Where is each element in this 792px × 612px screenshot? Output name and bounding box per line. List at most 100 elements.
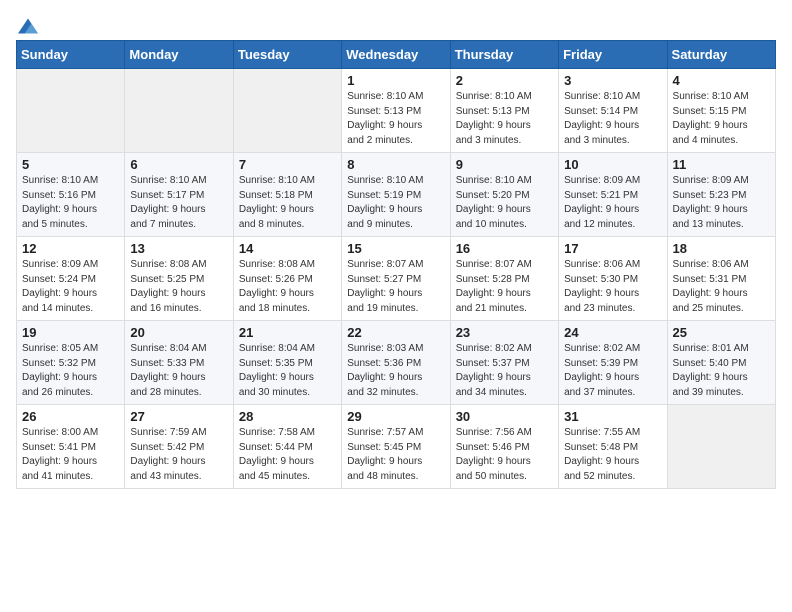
calendar-cell: 30 Sunrise: 7:56 AM Sunset: 5:46 PM Dayli… — [450, 405, 558, 489]
day-info: Sunrise: 8:10 AM Sunset: 5:13 PM Dayligh… — [456, 90, 553, 148]
day-info: Sunrise: 8:07 AM Sunset: 5:28 PM Dayligh… — [456, 258, 553, 316]
calendar-cell: 13 Sunrise: 8:08 AM Sunset: 5:25 PM Dayli… — [125, 237, 233, 321]
day-number: 9 — [456, 157, 553, 172]
calendar-cell: 20 Sunrise: 8:04 AM Sunset: 5:33 PM Dayli… — [125, 321, 233, 405]
day-info: Sunrise: 8:09 AM Sunset: 5:24 PM Dayligh… — [22, 258, 119, 316]
weekday-header-monday: Monday — [125, 41, 233, 69]
day-info: Sunrise: 8:10 AM Sunset: 5:19 PM Dayligh… — [347, 174, 444, 232]
day-number: 13 — [130, 241, 227, 256]
day-info: Sunrise: 8:10 AM Sunset: 5:15 PM Dayligh… — [673, 90, 770, 148]
calendar-cell: 21Sunrise: 8:04 AM Sunset: 5:35 PM Dayli… — [233, 321, 341, 405]
day-number: 4 — [673, 73, 770, 88]
day-number: 27 — [130, 409, 227, 424]
calendar-cell: 31 Sunrise: 7:55 AM Sunset: 5:48 PM Dayli… — [559, 405, 667, 489]
day-number: 18 — [673, 241, 770, 256]
calendar-cell: 26 Sunrise: 8:00 AM Sunset: 5:41 PM Dayli… — [17, 405, 125, 489]
day-number: 11 — [673, 157, 770, 172]
calendar-cell: 19Sunrise: 8:05 AM Sunset: 5:32 PM Dayli… — [17, 321, 125, 405]
calendar-cell: 10Sunrise: 8:09 AM Sunset: 5:21 PM Dayli… — [559, 153, 667, 237]
day-info: Sunrise: 8:02 AM Sunset: 5:39 PM Dayligh… — [564, 342, 661, 400]
day-number: 1 — [347, 73, 444, 88]
week-row-4: 19Sunrise: 8:05 AM Sunset: 5:32 PM Dayli… — [17, 321, 776, 405]
day-info: Sunrise: 8:10 AM Sunset: 5:13 PM Dayligh… — [347, 90, 444, 148]
day-info: Sunrise: 8:10 AM Sunset: 5:20 PM Dayligh… — [456, 174, 553, 232]
calendar-cell — [125, 69, 233, 153]
logo-icon — [18, 16, 38, 36]
day-info: Sunrise: 8:06 AM Sunset: 5:30 PM Dayligh… — [564, 258, 661, 316]
calendar-cell: 17 Sunrise: 8:06 AM Sunset: 5:30 PM Dayli… — [559, 237, 667, 321]
day-info: Sunrise: 8:03 AM Sunset: 5:36 PM Dayligh… — [347, 342, 444, 400]
weekday-header-saturday: Saturday — [667, 41, 775, 69]
calendar-cell: 4 Sunrise: 8:10 AM Sunset: 5:15 PM Daylig… — [667, 69, 775, 153]
calendar-cell: 16 Sunrise: 8:07 AM Sunset: 5:28 PM Dayli… — [450, 237, 558, 321]
day-info: Sunrise: 8:10 AM Sunset: 5:18 PM Dayligh… — [239, 174, 336, 232]
day-number: 3 — [564, 73, 661, 88]
day-number: 16 — [456, 241, 553, 256]
day-number: 2 — [456, 73, 553, 88]
day-number: 5 — [22, 157, 119, 172]
day-number: 12 — [22, 241, 119, 256]
week-row-3: 12 Sunrise: 8:09 AM Sunset: 5:24 PM Dayli… — [17, 237, 776, 321]
day-number: 30 — [456, 409, 553, 424]
calendar-cell: 18 Sunrise: 8:06 AM Sunset: 5:31 PM Dayli… — [667, 237, 775, 321]
day-info: Sunrise: 8:08 AM Sunset: 5:26 PM Dayligh… — [239, 258, 336, 316]
calendar-cell — [667, 405, 775, 489]
logo — [16, 16, 38, 32]
calendar-cell: 6Sunrise: 8:10 AM Sunset: 5:17 PM Daylig… — [125, 153, 233, 237]
day-info: Sunrise: 8:04 AM Sunset: 5:33 PM Dayligh… — [130, 342, 227, 400]
day-info: Sunrise: 7:56 AM Sunset: 5:46 PM Dayligh… — [456, 426, 553, 484]
calendar-cell: 8 Sunrise: 8:10 AM Sunset: 5:19 PM Daylig… — [342, 153, 450, 237]
day-info: Sunrise: 8:02 AM Sunset: 5:37 PM Dayligh… — [456, 342, 553, 400]
calendar-cell: 7 Sunrise: 8:10 AM Sunset: 5:18 PM Daylig… — [233, 153, 341, 237]
calendar-cell: 1 Sunrise: 8:10 AM Sunset: 5:13 PM Daylig… — [342, 69, 450, 153]
day-info: Sunrise: 8:01 AM Sunset: 5:40 PM Dayligh… — [673, 342, 770, 400]
day-number: 28 — [239, 409, 336, 424]
day-info: Sunrise: 8:10 AM Sunset: 5:14 PM Dayligh… — [564, 90, 661, 148]
calendar-cell: 9 Sunrise: 8:10 AM Sunset: 5:20 PM Daylig… — [450, 153, 558, 237]
day-info: Sunrise: 8:05 AM Sunset: 5:32 PM Dayligh… — [22, 342, 119, 400]
calendar-table: SundayMondayTuesdayWednesdayThursdayFrid… — [16, 40, 776, 489]
day-number: 31 — [564, 409, 661, 424]
day-number: 7 — [239, 157, 336, 172]
calendar-cell: 25 Sunrise: 8:01 AM Sunset: 5:40 PM Dayli… — [667, 321, 775, 405]
day-info: Sunrise: 8:00 AM Sunset: 5:41 PM Dayligh… — [22, 426, 119, 484]
weekday-header-sunday: Sunday — [17, 41, 125, 69]
weekday-header-thursday: Thursday — [450, 41, 558, 69]
day-number: 20 — [130, 325, 227, 340]
calendar-cell: 27Sunrise: 7:59 AM Sunset: 5:42 PM Dayli… — [125, 405, 233, 489]
day-number: 24 — [564, 325, 661, 340]
day-number: 14 — [239, 241, 336, 256]
calendar-cell: 5Sunrise: 8:10 AM Sunset: 5:16 PM Daylig… — [17, 153, 125, 237]
calendar-cell: 29Sunrise: 7:57 AM Sunset: 5:45 PM Dayli… — [342, 405, 450, 489]
calendar-cell — [17, 69, 125, 153]
calendar-cell: 15 Sunrise: 8:07 AM Sunset: 5:27 PM Dayli… — [342, 237, 450, 321]
day-number: 26 — [22, 409, 119, 424]
day-number: 23 — [456, 325, 553, 340]
calendar-cell: 2 Sunrise: 8:10 AM Sunset: 5:13 PM Daylig… — [450, 69, 558, 153]
day-info: Sunrise: 7:57 AM Sunset: 5:45 PM Dayligh… — [347, 426, 444, 484]
day-number: 22 — [347, 325, 444, 340]
day-number: 15 — [347, 241, 444, 256]
week-row-2: 5Sunrise: 8:10 AM Sunset: 5:16 PM Daylig… — [17, 153, 776, 237]
calendar-cell: 22 Sunrise: 8:03 AM Sunset: 5:36 PM Dayli… — [342, 321, 450, 405]
page-header — [16, 16, 776, 32]
day-number: 25 — [673, 325, 770, 340]
day-info: Sunrise: 7:55 AM Sunset: 5:48 PM Dayligh… — [564, 426, 661, 484]
day-number: 17 — [564, 241, 661, 256]
day-number: 21 — [239, 325, 336, 340]
calendar-cell: 12 Sunrise: 8:09 AM Sunset: 5:24 PM Dayli… — [17, 237, 125, 321]
calendar-cell: 24 Sunrise: 8:02 AM Sunset: 5:39 PM Dayli… — [559, 321, 667, 405]
day-info: Sunrise: 8:07 AM Sunset: 5:27 PM Dayligh… — [347, 258, 444, 316]
calendar-cell: 28 Sunrise: 7:58 AM Sunset: 5:44 PM Dayli… — [233, 405, 341, 489]
day-number: 6 — [130, 157, 227, 172]
day-info: Sunrise: 8:06 AM Sunset: 5:31 PM Dayligh… — [673, 258, 770, 316]
calendar-cell: 11Sunrise: 8:09 AM Sunset: 5:23 PM Dayli… — [667, 153, 775, 237]
week-row-1: 1 Sunrise: 8:10 AM Sunset: 5:13 PM Daylig… — [17, 69, 776, 153]
day-info: Sunrise: 7:58 AM Sunset: 5:44 PM Dayligh… — [239, 426, 336, 484]
day-info: Sunrise: 8:08 AM Sunset: 5:25 PM Dayligh… — [130, 258, 227, 316]
day-info: Sunrise: 8:09 AM Sunset: 5:21 PM Dayligh… — [564, 174, 661, 232]
day-number: 8 — [347, 157, 444, 172]
calendar-cell: 3 Sunrise: 8:10 AM Sunset: 5:14 PM Daylig… — [559, 69, 667, 153]
weekday-header-row: SundayMondayTuesdayWednesdayThursdayFrid… — [17, 41, 776, 69]
calendar-cell: 14 Sunrise: 8:08 AM Sunset: 5:26 PM Dayli… — [233, 237, 341, 321]
